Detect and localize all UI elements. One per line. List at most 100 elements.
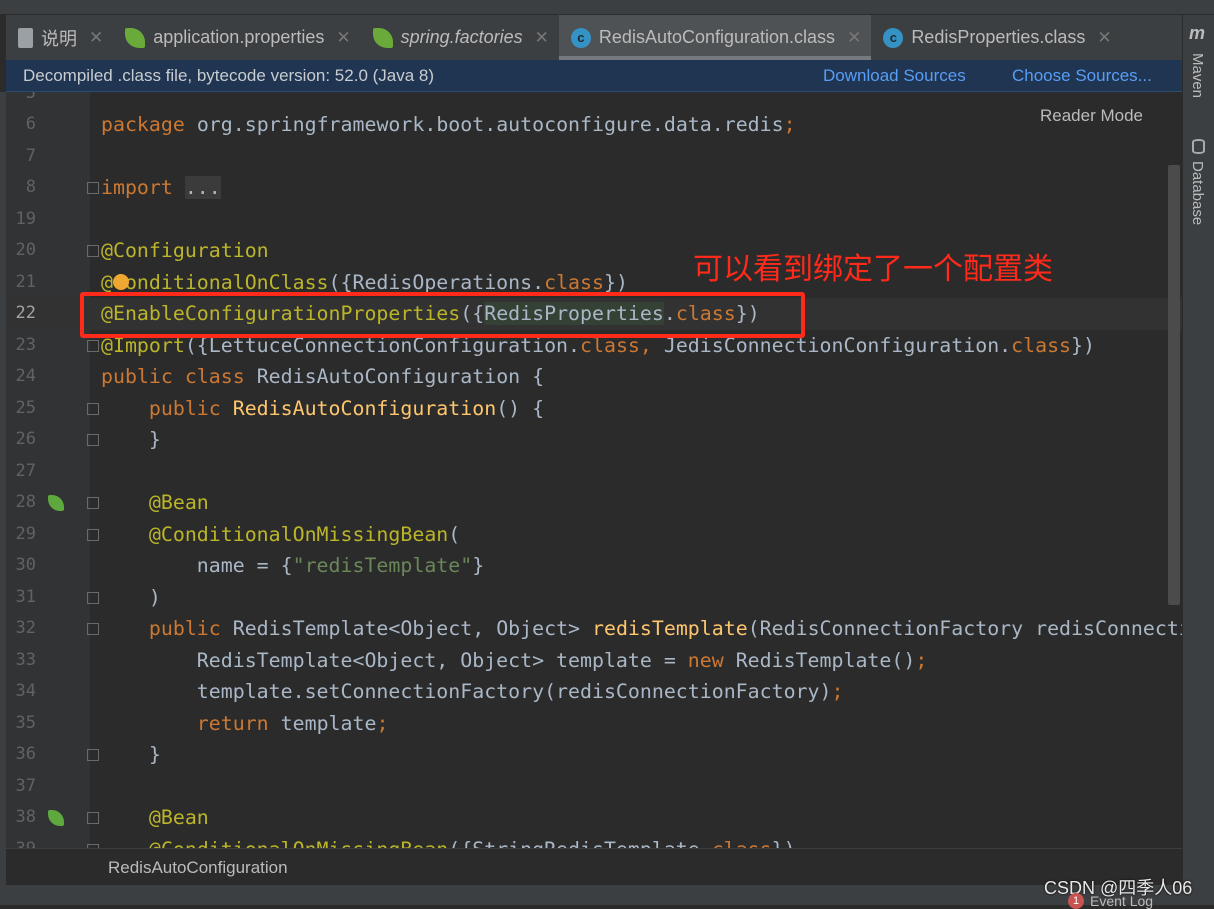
download-sources-link[interactable]: Download Sources — [823, 60, 966, 91]
fold-icon[interactable] — [87, 339, 99, 352]
code-token: } — [101, 743, 161, 766]
line-number: 38 — [15, 807, 36, 827]
annotation-text: 可以看到绑定了一个配置类 — [693, 252, 1053, 287]
line-number: 21 — [15, 271, 36, 292]
code-line: 32 public RedisTemplate<Object, Object> … — [6, 613, 1182, 645]
fold-icon[interactable] — [87, 497, 99, 509]
tab-2[interactable]: spring.factories ✕ — [361, 15, 559, 60]
fold-icon[interactable] — [87, 591, 99, 604]
code-token: RedisTemplate<Object, Object> — [232, 617, 592, 640]
tab-3[interactable]: c RedisAutoConfiguration.class ✕ — [558, 15, 872, 60]
tab-1[interactable]: application.properties ✕ — [113, 15, 360, 60]
line-number: 22 — [15, 303, 36, 323]
class-icon: c — [883, 27, 904, 48]
fold-icon[interactable] — [87, 528, 99, 541]
code-line: 8 import ... — [6, 172, 1182, 204]
close-icon[interactable]: ✕ — [336, 28, 350, 48]
code-token: ( — [448, 522, 461, 546]
code-token: import — [101, 176, 185, 199]
event-log-label: Event Log — [1090, 893, 1154, 909]
code-token: "redisTemplate" — [292, 554, 473, 577]
fold-icon[interactable] — [87, 749, 99, 761]
document-icon — [18, 27, 33, 48]
code-token: class — [1011, 333, 1072, 357]
editor-scrollbar[interactable] — [1168, 165, 1180, 605]
code-text: RedisTemplate<Object, Object> template =… — [101, 645, 928, 677]
class-icon: c — [570, 27, 591, 48]
code-text: @ConditionalOnMissingBean( — [101, 519, 460, 551]
tab-4[interactable]: c RedisProperties.class ✕ — [871, 15, 1121, 60]
code-token: @ConditionalOnMissingBean — [101, 522, 449, 546]
fold-icon[interactable] — [87, 623, 99, 635]
code-text: ) — [101, 582, 161, 614]
spring-leaf-icon — [125, 27, 146, 48]
code-text: return template; — [101, 708, 389, 740]
spring-bean-gutter-icon[interactable] — [48, 495, 64, 511]
maven-icon: m — [1189, 23, 1206, 43]
code-token: ; — [376, 711, 389, 735]
code-text: public RedisTemplate<Object, Object> red… — [101, 613, 1182, 645]
intention-bulb-icon[interactable] — [113, 274, 129, 290]
database-tool-button[interactable]: Database — [1189, 161, 1206, 225]
code-token: } — [472, 554, 485, 577]
line-number: 24 — [15, 366, 36, 386]
code-token: ({RedisOperations. — [328, 270, 545, 294]
line-number: 7 — [25, 145, 36, 166]
code-token: RedisAutoConfiguration { — [256, 365, 545, 388]
code-token: public class — [101, 365, 257, 388]
line-number: 31 — [15, 586, 36, 607]
status-bar — [0, 885, 1214, 905]
fold-icon[interactable] — [87, 182, 99, 194]
close-icon[interactable]: ✕ — [1097, 28, 1111, 48]
code-token: RedisTemplate<Object, Object> template = — [101, 648, 688, 672]
code-token: template — [280, 711, 377, 735]
fold-icon[interactable] — [87, 434, 99, 446]
code-token: ; — [915, 648, 928, 672]
tab-label: 说明 — [41, 28, 77, 49]
line-number: 23 — [15, 334, 36, 355]
code-token: }) — [772, 838, 796, 849]
code-token: redisTemplate — [592, 617, 748, 640]
code-token: } — [101, 428, 161, 451]
line-number: 39 — [6, 834, 36, 849]
breadcrumb-item[interactable]: RedisAutoConfiguration — [108, 858, 288, 877]
close-icon[interactable]: ✕ — [89, 28, 103, 48]
code-line: 28 @Bean — [6, 487, 1182, 519]
code-token: () { — [496, 396, 545, 420]
close-icon[interactable]: ✕ — [535, 28, 549, 48]
code-token: RedisTemplate() — [735, 648, 916, 672]
fold-icon[interactable] — [87, 402, 99, 415]
highlight-box — [80, 292, 805, 338]
code-token: ... — [184, 176, 221, 199]
code-line: 19 — [6, 204, 1182, 236]
fold-icon[interactable] — [87, 812, 99, 824]
maven-tool-button[interactable]: Maven — [1189, 53, 1206, 98]
line-number: 28 — [15, 492, 36, 512]
event-log-button[interactable]: 1 Event Log — [1068, 893, 1153, 909]
code-line: 27 — [6, 456, 1182, 488]
code-line: 31 ) — [6, 582, 1182, 614]
code-token: ; — [783, 113, 796, 136]
code-token: @Bean — [101, 806, 209, 829]
tab-0[interactable]: 说明 ✕ — [6, 15, 113, 60]
code-editor[interactable]: 5 6 package org.springframework.boot.autoc… — [6, 92, 1182, 848]
code-token: }) — [1071, 333, 1095, 357]
code-line: 24 public class RedisAutoConfiguration { — [6, 361, 1182, 393]
code-token: ; — [831, 680, 844, 703]
code-text: public RedisAutoConfiguration() { — [101, 393, 544, 425]
close-icon[interactable]: ✕ — [847, 28, 861, 48]
spring-bean-gutter-icon[interactable] — [48, 810, 64, 826]
choose-sources-link[interactable]: Choose Sources... — [1012, 60, 1152, 91]
tab-label: RedisAutoConfiguration.class — [598, 27, 836, 47]
line-number: 27 — [15, 460, 36, 481]
code-text: public class RedisAutoConfiguration { — [101, 361, 544, 393]
decompiled-banner: Decompiled .class file, bytecode version… — [6, 60, 1182, 92]
code-text: @ConditionalOnMissingBean({StringRedisTe… — [101, 834, 796, 849]
reader-mode-button[interactable]: Reader Mode — [1040, 106, 1143, 126]
line-number: 30 — [15, 555, 36, 575]
code-token: public — [101, 396, 233, 420]
code-text: } — [101, 739, 161, 771]
line-number: 37 — [15, 775, 36, 796]
fold-icon[interactable] — [87, 245, 99, 257]
code-text: } — [101, 424, 161, 456]
